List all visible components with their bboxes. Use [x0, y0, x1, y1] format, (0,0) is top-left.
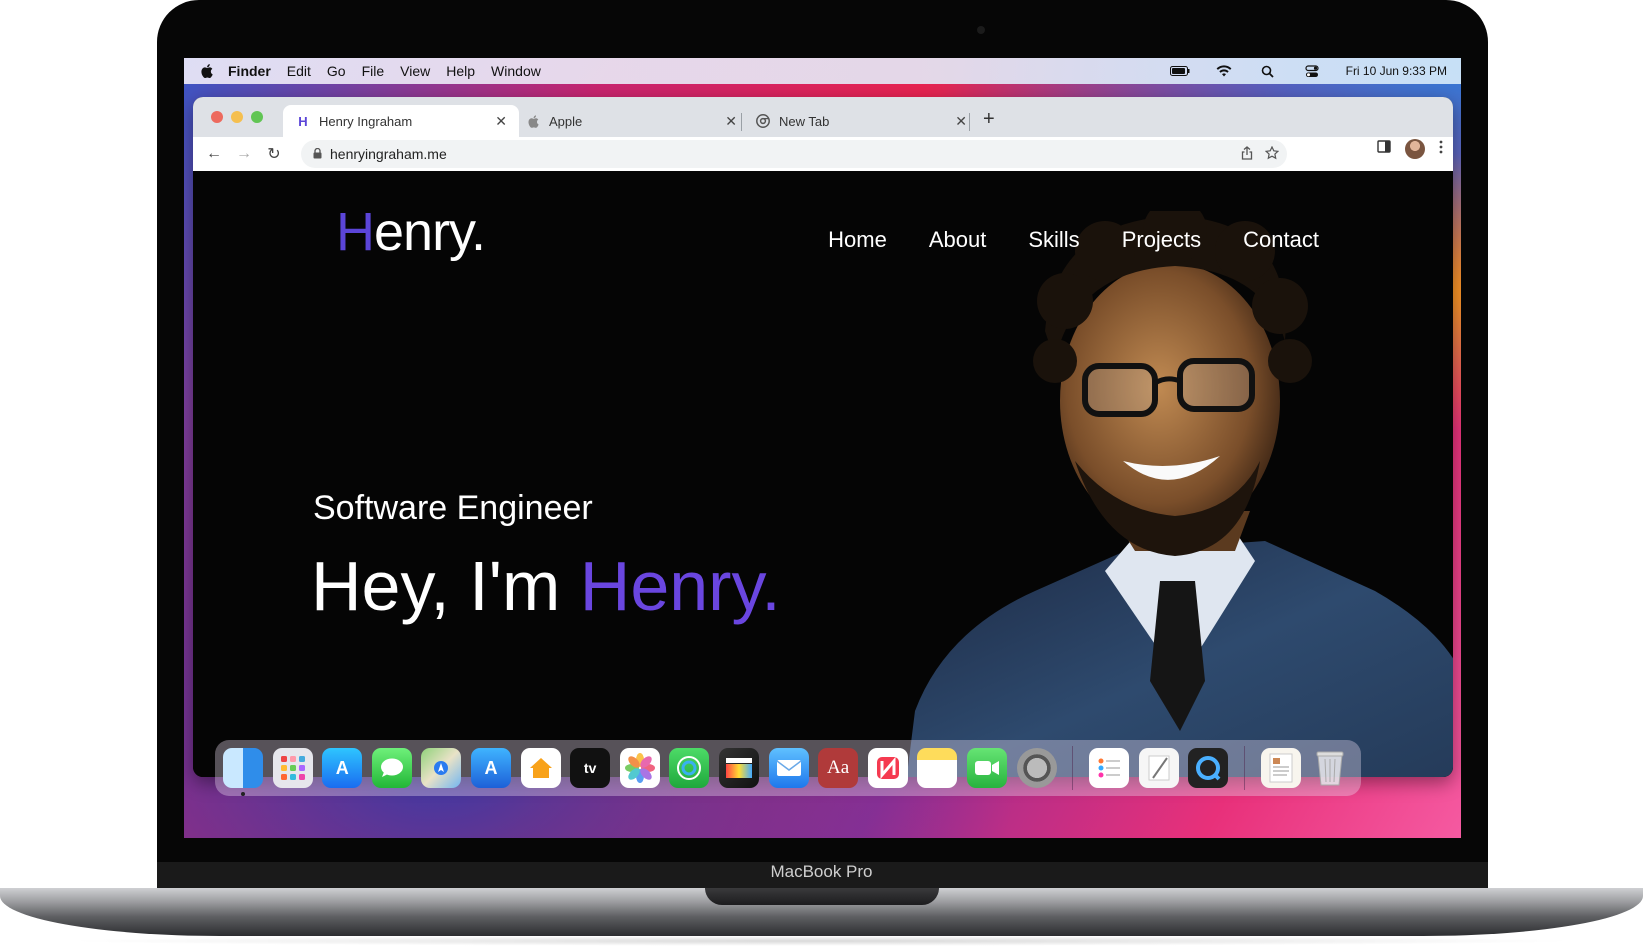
- quicktime-icon[interactable]: [1188, 748, 1229, 788]
- xcode-icon[interactable]: A: [470, 748, 511, 788]
- reminders-icon[interactable]: [1089, 748, 1130, 788]
- site-nav: Home About Skills Projects Contact: [828, 227, 1319, 253]
- screen: Finder Edit Go File View Help Window Fri…: [184, 58, 1461, 838]
- nav-skills[interactable]: Skills: [1028, 227, 1079, 253]
- camera: [977, 26, 985, 34]
- nav-contact[interactable]: Contact: [1243, 227, 1319, 253]
- find-my-icon[interactable]: [669, 748, 710, 788]
- textedit-icon[interactable]: [1138, 748, 1179, 788]
- back-arrow-icon[interactable]: ←: [199, 139, 229, 169]
- close-tab-icon[interactable]: ✕: [495, 113, 507, 130]
- nav-home[interactable]: Home: [828, 227, 887, 253]
- spotlight-search-icon[interactable]: [1258, 64, 1278, 78]
- tab-apple[interactable]: Apple ✕: [513, 105, 749, 137]
- zoom-window-button[interactable]: [251, 111, 263, 123]
- maps-icon[interactable]: [421, 748, 462, 788]
- tab-title: Apple: [549, 113, 583, 129]
- hero-subtitle: Software Engineer: [313, 489, 593, 527]
- photos-icon[interactable]: [619, 748, 660, 788]
- messages-icon[interactable]: [371, 748, 412, 788]
- hero-name: Henry.: [579, 547, 781, 625]
- new-tab-plus-icon[interactable]: +: [983, 108, 995, 131]
- minimize-window-button[interactable]: [231, 111, 243, 123]
- system-preferences-icon[interactable]: [1016, 748, 1057, 788]
- battery-icon[interactable]: [1169, 64, 1190, 78]
- browser-window: H Henry Ingraham ✕ Apple ✕ New Tab ✕ + ←…: [193, 97, 1453, 777]
- menu-go[interactable]: Go: [327, 63, 346, 79]
- chrome-icon: [755, 113, 771, 129]
- close-tab-icon[interactable]: ✕: [725, 113, 737, 130]
- lock-icon[interactable]: [313, 146, 322, 162]
- profile-photo: [906, 211, 1453, 777]
- home-icon[interactable]: [520, 748, 561, 788]
- dock-separator: [1243, 746, 1245, 790]
- nav-projects[interactable]: Projects: [1122, 227, 1201, 253]
- logo-rest: enry.: [374, 202, 486, 262]
- tab-separator: [741, 113, 742, 131]
- profile-avatar[interactable]: [1405, 139, 1425, 159]
- running-indicator: [241, 792, 245, 796]
- side-panel-icon[interactable]: [1377, 140, 1391, 158]
- hero-prefix: Hey, I'm: [311, 547, 580, 625]
- menu-app-name[interactable]: Finder: [228, 63, 271, 79]
- menu-help[interactable]: Help: [446, 63, 475, 79]
- menu-view[interactable]: View: [400, 63, 430, 79]
- menu-bar-status: Fri 10 Jun 9:33 PM: [1169, 64, 1447, 78]
- app-store-icon[interactable]: A: [322, 748, 363, 788]
- dictionary-icon[interactable]: Aa: [818, 748, 859, 788]
- close-window-button[interactable]: [211, 111, 223, 123]
- window-controls: [211, 111, 263, 123]
- control-center-icon[interactable]: [1302, 64, 1322, 78]
- wifi-icon[interactable]: [1214, 64, 1234, 78]
- dock-separator: [1072, 746, 1074, 790]
- forward-arrow-icon[interactable]: →: [229, 139, 259, 169]
- tab-henry-ingraham[interactable]: H Henry Ingraham ✕: [283, 105, 519, 137]
- tab-new-tab[interactable]: New Tab ✕: [743, 105, 979, 137]
- mail-icon[interactable]: [768, 748, 809, 788]
- menu-edit[interactable]: Edit: [287, 63, 311, 79]
- apple-icon: [525, 113, 541, 129]
- news-icon[interactable]: [867, 748, 908, 788]
- apple-menu-icon[interactable]: [200, 64, 214, 78]
- web-page: Henry. Home About Skills Projects Contac…: [193, 171, 1453, 777]
- logo-initial: H: [336, 202, 375, 262]
- apple-tv-icon[interactable]: tv: [570, 748, 611, 788]
- notes-icon[interactable]: [917, 748, 958, 788]
- url-text: henryingraham.me: [330, 146, 447, 162]
- finder-icon[interactable]: [223, 748, 263, 796]
- tab-separator: [969, 113, 970, 131]
- browser-toolbar: ← → ↻ henryingraham.me: [193, 137, 1453, 171]
- facetime-icon[interactable]: [966, 748, 1007, 788]
- tab-title: New Tab: [779, 113, 830, 129]
- laptop-shadow: [60, 936, 1583, 946]
- site-logo[interactable]: Henry.: [336, 201, 486, 263]
- bookmark-star-icon[interactable]: [1264, 145, 1280, 163]
- hero-heading: Hey, I'm Henry.: [311, 546, 781, 626]
- share-icon[interactable]: [1241, 145, 1253, 163]
- more-menu-icon[interactable]: [1439, 140, 1443, 159]
- menu-window[interactable]: Window: [491, 63, 541, 79]
- trash-icon[interactable]: [1310, 748, 1350, 788]
- tab-title: Henry Ingraham: [319, 113, 413, 129]
- laptop-hinge-notch: [705, 888, 939, 905]
- close-tab-icon[interactable]: ✕: [955, 113, 967, 130]
- tab-strip: H Henry Ingraham ✕ Apple ✕ New Tab ✕ +: [193, 97, 1453, 137]
- dock: A A tv Aa: [215, 740, 1361, 796]
- menu-bar-clock[interactable]: Fri 10 Jun 9:33 PM: [1346, 64, 1447, 78]
- menu-bar: Finder Edit Go File View Help Window Fri…: [184, 58, 1461, 84]
- site-favicon: H: [298, 113, 308, 129]
- menu-file[interactable]: File: [362, 63, 385, 79]
- nav-about[interactable]: About: [929, 227, 987, 253]
- final-cut-pro-icon[interactable]: [718, 748, 759, 788]
- device-label: MacBook Pro: [770, 862, 873, 881]
- document-icon[interactable]: [1260, 748, 1301, 788]
- reload-icon[interactable]: ↻: [259, 139, 289, 169]
- address-bar[interactable]: henryingraham.me: [301, 140, 1287, 168]
- launchpad-icon[interactable]: [272, 748, 313, 788]
